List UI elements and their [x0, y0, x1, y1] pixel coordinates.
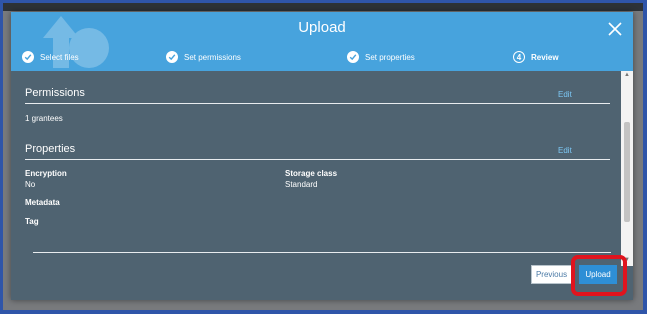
permissions-heading: Permissions [25, 87, 85, 99]
step-select-files[interactable]: Select files [22, 49, 79, 65]
scrollbar-thumb[interactable] [624, 122, 630, 222]
upload-button-highlight [571, 255, 627, 296]
check-circle-icon [22, 51, 34, 63]
divider [25, 103, 610, 104]
divider [25, 159, 610, 160]
check-circle-icon [166, 51, 178, 63]
scroll-up-arrow-icon[interactable]: ▲ [624, 72, 630, 78]
properties-edit-link[interactable]: Edit [558, 146, 572, 155]
upload-modal: Upload Select files Set permissions Set … [11, 12, 633, 300]
metadata-label: Metadata [25, 198, 60, 207]
storage-class-value: Standard [285, 180, 318, 189]
properties-heading: Properties [25, 143, 76, 155]
review-content: Permissions Edit 1 grantees Properties E… [11, 71, 621, 300]
modal-title: Upload [298, 19, 346, 36]
divider [33, 252, 611, 253]
close-icon[interactable] [607, 21, 623, 37]
encryption-value: No [25, 180, 36, 189]
step-label: Set properties [365, 52, 415, 62]
step-number-badge: 4 [513, 51, 525, 63]
check-circle-icon [347, 51, 359, 63]
encryption-label: Encryption [25, 169, 67, 178]
step-set-permissions[interactable]: Set permissions [166, 49, 241, 65]
step-review[interactable]: 4 Review [513, 49, 559, 65]
step-label: Review [531, 52, 559, 62]
permissions-edit-link[interactable]: Edit [558, 90, 572, 99]
step-set-properties[interactable]: Set properties [347, 49, 415, 65]
previous-button[interactable]: Previous [531, 265, 572, 284]
content-scrollbar[interactable]: ▲ ▼ [621, 71, 633, 266]
grantees-count: 1 grantees [25, 114, 63, 123]
modal-header: Upload Select files Set permissions Set … [11, 12, 633, 71]
tag-label: Tag [25, 217, 39, 226]
step-label: Set permissions [184, 52, 241, 62]
step-label: Select files [40, 52, 79, 62]
storage-class-label: Storage class [285, 169, 338, 178]
